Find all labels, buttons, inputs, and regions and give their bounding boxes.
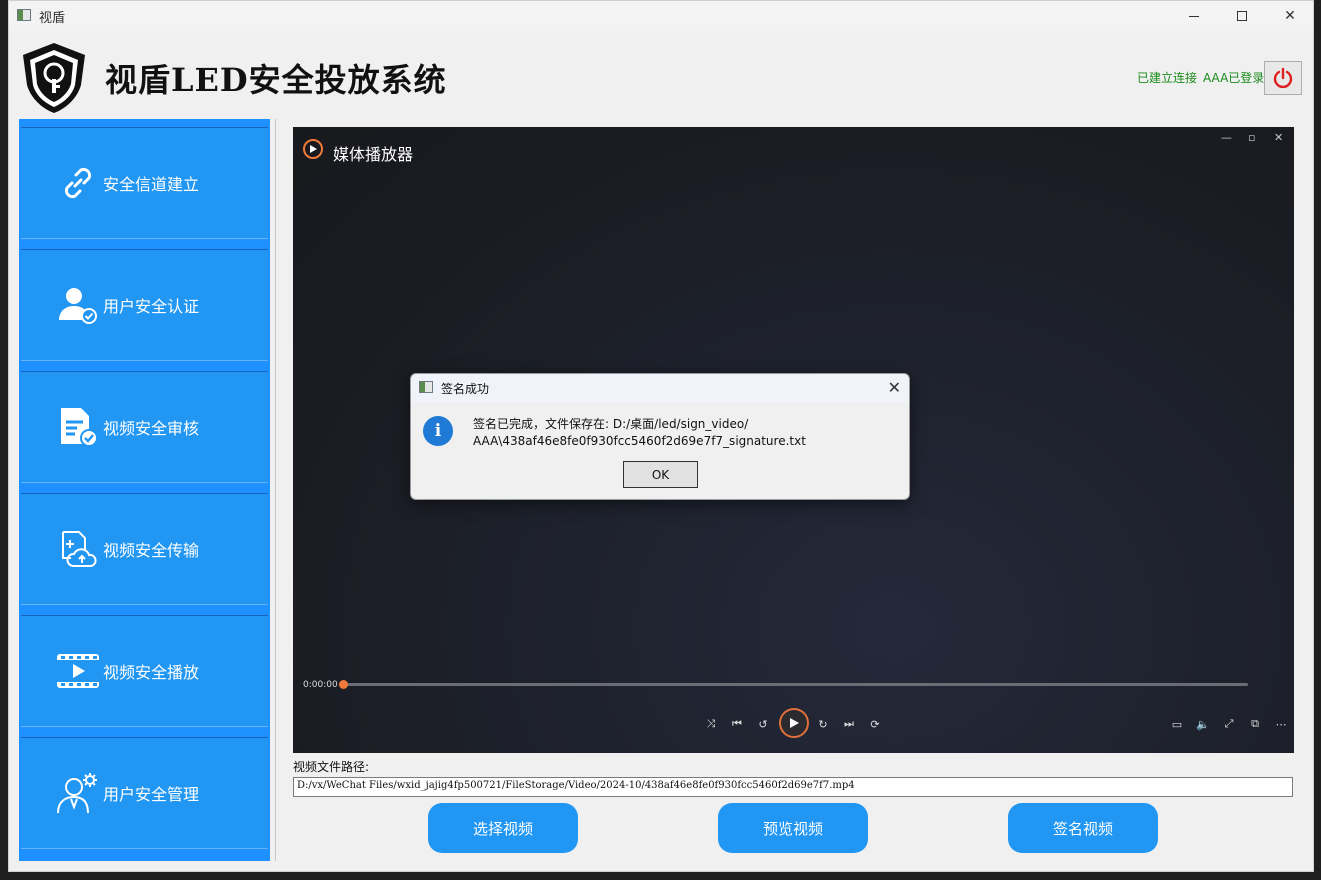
dialog-title: 签名成功 — [441, 382, 490, 396]
window-title: 视盾 — [39, 11, 66, 26]
user-gear-icon — [55, 770, 101, 816]
app-title: 视盾LED安全投放系统 — [105, 61, 447, 99]
dialog-close-icon[interactable]: ✕ — [888, 378, 901, 397]
volume-icon[interactable]: 🔈 — [1194, 715, 1212, 733]
sidebar-item-video-audit[interactable]: 视频安全审核 — [21, 371, 268, 483]
sidebar: 安全信道建立 用户安全认证 视频安全审核 视频安全传输 视频安全播放 用户安全管… — [19, 119, 270, 861]
video-path-field[interactable]: D:/vx/WeChat Files/wxid_jajig4fp500721/F… — [293, 777, 1293, 797]
sidebar-item-label: 视频安全传输 — [103, 541, 200, 560]
close-icon: ✕ — [1284, 8, 1296, 24]
sign-success-dialog: 签名成功 ✕ i 签名已完成，文件保存在: D:/桌面/led/sign_vid… — [410, 373, 910, 500]
minimize-button[interactable] — [1171, 1, 1217, 31]
subtitles-icon[interactable]: ▭ — [1168, 715, 1186, 733]
dialog-message: 签名已完成，文件保存在: D:/桌面/led/sign_video/ AAA\4… — [473, 416, 893, 450]
document-check-icon — [55, 404, 101, 450]
forward-30-icon[interactable]: ↻ — [814, 715, 832, 733]
link-icon — [55, 160, 101, 206]
dialog-message-line1: 签名已完成，文件保存在: D:/桌面/led/sign_video/ — [473, 417, 749, 431]
dialog-title-bar: 签名成功 ✕ — [411, 374, 909, 402]
sidebar-item-user-auth[interactable]: 用户安全认证 — [21, 249, 268, 361]
user-check-icon — [55, 282, 101, 328]
time-elapsed: 0:00:00 — [303, 680, 338, 690]
sidebar-item-video-playback[interactable]: 视频安全播放 — [21, 615, 268, 727]
shuffle-icon[interactable]: ⤨ — [702, 715, 720, 733]
power-icon — [1273, 67, 1293, 89]
preview-video-button[interactable]: 预览视频 — [718, 803, 868, 853]
select-video-button[interactable]: 选择视频 — [428, 803, 578, 853]
sidebar-item-label: 视频安全审核 — [103, 419, 200, 438]
title-bar: 视盾 ✕ — [9, 1, 1313, 31]
sidebar-item-user-management[interactable]: 用户安全管理 — [21, 737, 268, 849]
player-minimize-icon[interactable]: — — [1221, 131, 1232, 144]
login-status-text: AAA已登录 — [1203, 71, 1265, 85]
play-button[interactable] — [779, 708, 809, 738]
media-player-title: 媒体播放器 — [333, 145, 414, 164]
next-icon[interactable]: ⏭ — [840, 715, 858, 733]
minimize-icon — [1189, 15, 1199, 17]
sidebar-item-video-transfer[interactable]: 视频安全传输 — [21, 493, 268, 605]
info-icon: i — [423, 416, 453, 446]
maximize-button[interactable] — [1219, 1, 1265, 31]
maximize-icon — [1237, 11, 1247, 21]
connection-status-text: 已建立连接 — [1137, 71, 1198, 85]
more-options-icon[interactable]: ⋯ — [1272, 715, 1290, 733]
player-close-icon[interactable]: ✕ — [1274, 131, 1283, 144]
rewind-10-icon[interactable]: ↺ — [754, 715, 772, 733]
close-button[interactable]: ✕ — [1267, 1, 1313, 31]
dialog-message-line2: AAA\438af46e8fe0f930fcc5460f2d69e7f7_sig… — [473, 434, 806, 448]
media-player-logo-icon — [303, 139, 323, 159]
app-window-icon — [17, 9, 31, 21]
connection-status: 已建立连接 AAA已登录 — [1137, 69, 1264, 86]
logout-button[interactable] — [1264, 61, 1302, 95]
repeat-off-icon[interactable]: ⟳ — [866, 715, 884, 733]
sidebar-item-label: 安全信道建立 — [103, 175, 200, 194]
film-play-icon — [55, 648, 101, 694]
sidebar-item-label: 用户安全管理 — [103, 785, 200, 804]
sidebar-item-label: 视频安全播放 — [103, 663, 200, 682]
seek-thumb[interactable] — [339, 680, 348, 689]
miniplayer-icon[interactable]: ⧉ — [1246, 715, 1264, 733]
sidebar-item-label: 用户安全认证 — [103, 297, 200, 316]
fullscreen-icon[interactable]: ⤢ — [1220, 715, 1238, 733]
dialog-app-icon — [419, 381, 433, 393]
shield-logo-icon — [23, 43, 85, 113]
player-restore-icon[interactable]: ▫ — [1248, 131, 1255, 144]
dialog-ok-button[interactable]: OK — [623, 461, 698, 488]
sidebar-item-secure-channel[interactable]: 安全信道建立 — [21, 127, 268, 239]
seek-bar[interactable] — [343, 683, 1248, 686]
sign-video-button[interactable]: 签名视频 — [1008, 803, 1158, 853]
sidebar-divider — [275, 119, 276, 861]
file-upload-icon — [55, 526, 101, 572]
play-icon — [790, 718, 799, 728]
video-path-label: 视频文件路径: — [293, 760, 370, 774]
previous-icon[interactable]: ⏮ — [728, 715, 746, 733]
